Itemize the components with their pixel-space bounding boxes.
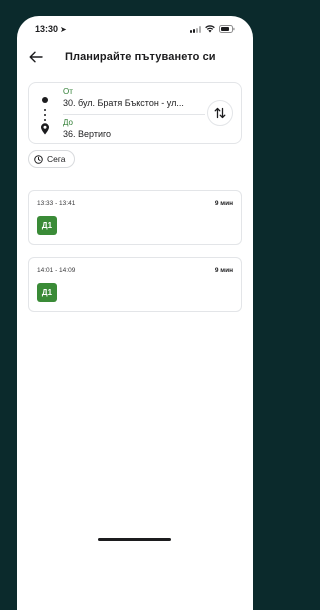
- trip-time-range: 14:01 - 14:09: [37, 267, 76, 274]
- route-card: От 30. бул. Братя Бъкстон - ул... До 36.…: [28, 82, 242, 144]
- arrow-left-icon: [29, 51, 43, 63]
- battery-icon: [219, 25, 235, 33]
- back-button[interactable]: [27, 48, 45, 66]
- home-indicator[interactable]: [98, 538, 171, 541]
- trip-duration: 9 мин: [214, 267, 233, 274]
- system-icons: [190, 25, 235, 33]
- page-title: Планирайте пътуването си: [65, 51, 216, 63]
- swap-button[interactable]: [207, 100, 233, 126]
- status-bar: 13:30 ➤: [17, 16, 253, 40]
- from-label: От: [63, 87, 73, 96]
- map-pin-icon: [41, 123, 49, 135]
- status-time: 13:30 ➤: [35, 24, 67, 34]
- trip-card[interactable]: 13:33 - 13:41 9 мин Д1: [28, 190, 242, 245]
- from-field[interactable]: 30. бул. Братя Бъкстон - ул...: [63, 98, 184, 108]
- trip-card[interactable]: 14:01 - 14:09 9 мин Д1: [28, 257, 242, 312]
- route-divider: [63, 114, 205, 115]
- signal-icon: [190, 25, 201, 33]
- route-icons: [39, 93, 51, 137]
- status-time-text: 13:30: [35, 24, 59, 34]
- wifi-icon: [205, 25, 215, 33]
- header: Планирайте пътуването си: [17, 44, 253, 70]
- trip-duration: 9 мин: [214, 200, 233, 207]
- time-chip-label: Сега: [47, 154, 66, 164]
- phone-screen: 13:30 ➤ Планирайте пътуването си От 30. …: [17, 16, 253, 610]
- location-arrow-icon: ➤: [60, 25, 67, 34]
- departure-time-chip[interactable]: Сега: [28, 150, 75, 168]
- line-badge: Д1: [37, 283, 57, 302]
- swap-vertical-icon: [214, 107, 226, 119]
- to-field[interactable]: 36. Вертиго: [63, 129, 111, 139]
- to-label: До: [63, 118, 73, 127]
- line-badge: Д1: [37, 216, 57, 235]
- clock-icon: [34, 154, 43, 164]
- route-dots-icon: [44, 109, 46, 121]
- start-dot-icon: [42, 97, 48, 103]
- trip-time-range: 13:33 - 13:41: [37, 200, 76, 207]
